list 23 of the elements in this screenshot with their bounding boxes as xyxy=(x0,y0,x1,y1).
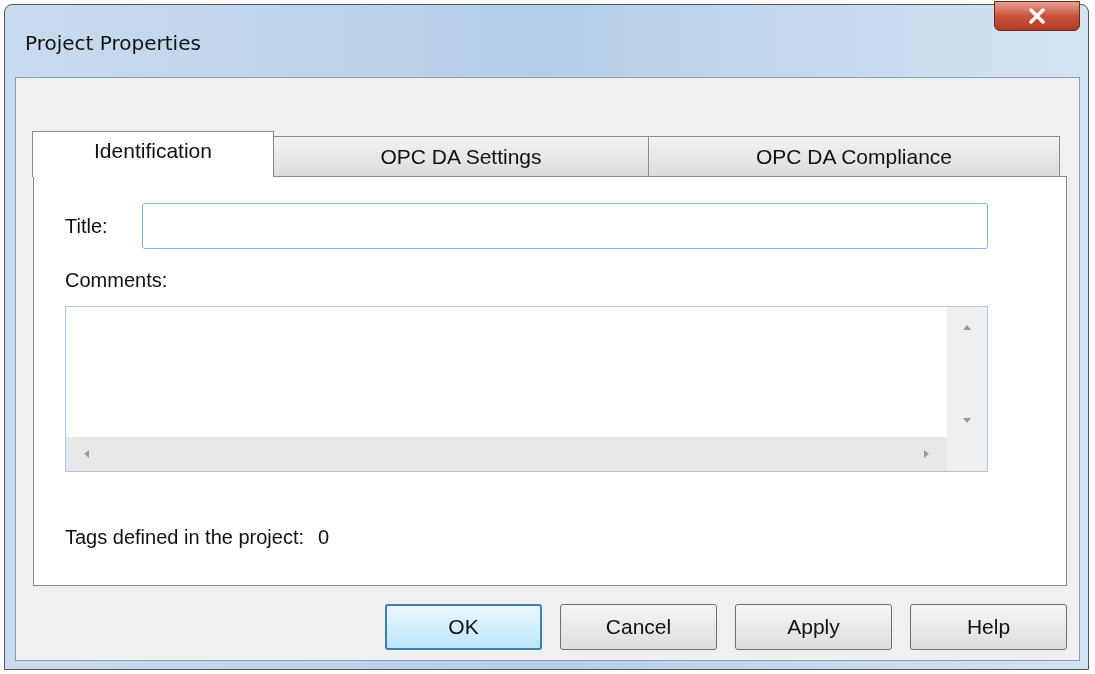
title-input-field[interactable] xyxy=(141,203,988,249)
tab[interactable]: OPC DA Settings xyxy=(273,136,649,176)
tab[interactable]: OPC DA Compliance xyxy=(648,136,1060,176)
dialog-button[interactable]: Help xyxy=(910,604,1067,650)
scroll-right-icon xyxy=(923,448,931,460)
tags-label: Tags defined in the project: xyxy=(65,526,305,549)
tags-count: 0 xyxy=(318,526,330,549)
dialog-button[interactable]: Cancel xyxy=(560,604,717,650)
dialog-button[interactable]: OK xyxy=(385,604,542,650)
comments-text-area[interactable] xyxy=(65,306,988,472)
vertical-scrollbar[interactable] xyxy=(947,307,987,437)
window-title: Project Properties xyxy=(25,31,201,55)
scroll-up-icon xyxy=(961,323,973,331)
field-label: Title: xyxy=(65,214,108,238)
scroll-left-icon xyxy=(82,448,90,460)
scrollbar-corner xyxy=(947,437,987,471)
horizontal-scrollbar[interactable] xyxy=(66,437,947,471)
scroll-down-icon xyxy=(961,417,973,425)
field-label: Comments: xyxy=(65,269,169,292)
close-button[interactable] xyxy=(994,1,1080,31)
close-icon xyxy=(1028,8,1046,24)
dialog-button[interactable]: Apply xyxy=(735,604,892,650)
tab[interactable]: Identification xyxy=(32,131,274,177)
